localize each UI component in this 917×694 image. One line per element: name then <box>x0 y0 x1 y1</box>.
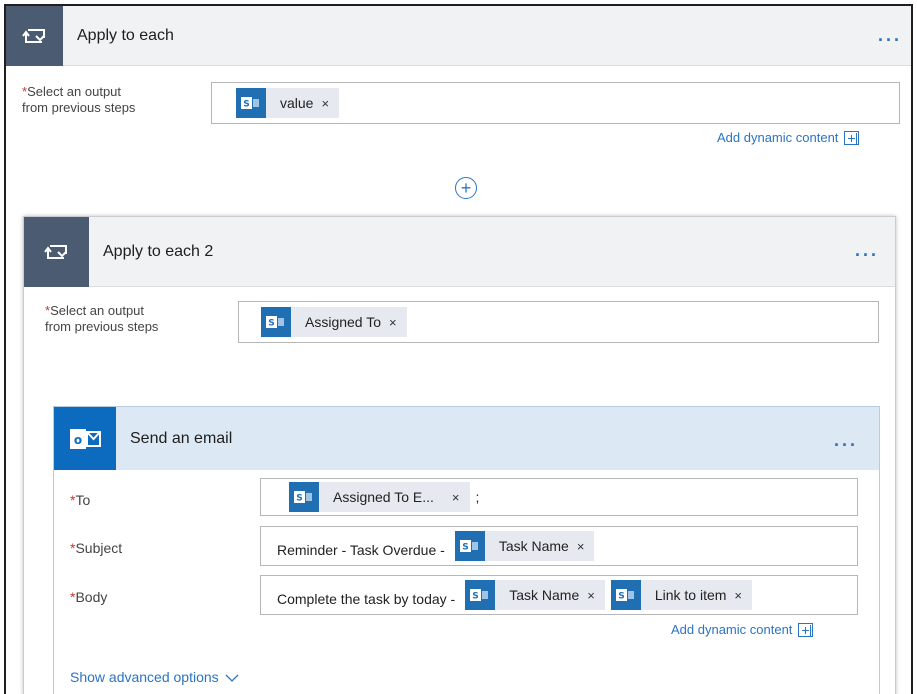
token-assigned-to[interactable]: S Assigned To × <box>261 307 407 337</box>
add-dynamic-icon <box>844 130 860 145</box>
token-task-name-subject-remove-button[interactable]: × <box>577 539 585 554</box>
show-advanced-options-link[interactable]: Show advanced options <box>70 669 239 685</box>
apply-to-each-2-more-button[interactable]: ... <box>855 241 879 259</box>
token-task-name-body-label: Task Name <box>509 587 580 603</box>
loop-icon <box>24 217 89 287</box>
to-separator: ; <box>475 489 480 505</box>
subject-label: *Subject <box>70 540 123 556</box>
token-task-name-subject-label: Task Name <box>498 538 569 554</box>
to-label: *To <box>70 492 91 508</box>
outer-select-output-field[interactable]: S value × <box>211 82 900 124</box>
token-value[interactable]: S value × <box>236 88 340 118</box>
svg-text:o: o <box>74 433 82 447</box>
loop-icon <box>6 6 63 66</box>
token-value-remove-button[interactable]: × <box>321 96 329 111</box>
apply-to-each-2-header[interactable]: Apply to each 2 ... <box>24 217 895 287</box>
subject-text: Reminder - Task Overdue - <box>277 542 445 558</box>
svg-text:S: S <box>243 100 249 110</box>
sharepoint-icon: S <box>289 482 319 512</box>
email-add-dynamic-content-link[interactable]: Add dynamic content <box>671 622 814 637</box>
sharepoint-icon: S <box>610 580 641 610</box>
token-task-name-body[interactable]: S Task Name × <box>465 580 605 610</box>
sharepoint-icon: S <box>261 307 291 337</box>
token-link-to-item-label: Link to item <box>654 587 727 603</box>
send-an-email-header[interactable]: o Send an email ... <box>54 407 879 470</box>
token-task-name-body-remove-button[interactable]: × <box>587 588 595 603</box>
sharepoint-icon: S <box>454 531 485 561</box>
svg-text:S: S <box>618 592 624 602</box>
add-dynamic-icon <box>798 622 814 637</box>
outer-select-output-label: *Select an output from previous steps <box>22 84 136 115</box>
send-an-email-title: Send an email <box>130 429 233 447</box>
apply-to-each-title: Apply to each <box>77 26 174 44</box>
flow-designer: Apply to each ... *Select an output from… <box>4 4 913 694</box>
chevron-down-icon <box>225 669 239 685</box>
body-label: *Body <box>70 589 108 605</box>
svg-text:S: S <box>472 592 478 602</box>
subject-field[interactable]: Reminder - Task Overdue - S Task Name × <box>260 526 858 566</box>
svg-text:S: S <box>268 319 274 329</box>
token-link-to-item[interactable]: S Link to item × <box>610 580 753 610</box>
outlook-icon: o <box>54 407 116 470</box>
apply-to-each-2-card: Apply to each 2 ... *Select an output fr… <box>23 216 896 694</box>
token-assigned-to-email-remove-button[interactable]: × <box>452 490 460 505</box>
body-field[interactable]: Complete the task by today - S Task Name… <box>260 575 858 615</box>
apply-to-each-header[interactable]: Apply to each ... <box>6 6 911 66</box>
to-field[interactable]: S Assigned To E... × ; <box>260 478 858 516</box>
send-an-email-card: o Send an email ... *To S Assigned To E.… <box>53 406 880 694</box>
token-assigned-to-email[interactable]: S Assigned To E... × <box>289 482 470 512</box>
token-assigned-to-remove-button[interactable]: × <box>389 315 397 330</box>
outer-add-dynamic-content-link[interactable]: Add dynamic content <box>717 130 860 145</box>
send-an-email-more-button[interactable]: ... <box>834 431 858 449</box>
inner-select-output-label: *Select an output from previous steps <box>45 303 159 334</box>
svg-text:S: S <box>462 543 468 553</box>
body-text: Complete the task by today - <box>277 591 456 607</box>
token-task-name-subject[interactable]: S Task Name × <box>454 531 595 561</box>
token-assigned-to-email-label: Assigned To E... <box>333 489 434 505</box>
add-step-icon[interactable]: + <box>455 177 477 199</box>
apply-to-each-2-title: Apply to each 2 <box>103 242 214 260</box>
sharepoint-icon: S <box>465 580 496 610</box>
token-value-label: value <box>280 95 314 111</box>
svg-text:S: S <box>296 494 302 504</box>
sharepoint-icon: S <box>236 88 266 118</box>
token-assigned-to-label: Assigned To <box>305 314 382 330</box>
token-link-to-item-remove-button[interactable]: × <box>734 588 742 603</box>
apply-to-each-more-button[interactable]: ... <box>878 26 902 44</box>
inner-select-output-field[interactable]: S Assigned To × <box>238 301 879 343</box>
